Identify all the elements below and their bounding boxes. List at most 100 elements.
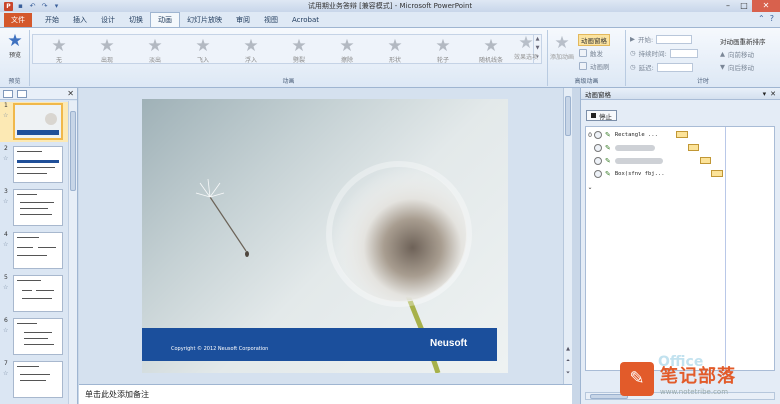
animation-pane-button[interactable]: 动画窗格	[578, 34, 610, 46]
thumbnail-image	[13, 232, 63, 269]
effect-options-button[interactable]: ★ 效果选项	[508, 34, 544, 61]
animation-gallery: ★ 无 ★ 出现 ★ 淡出 ★ 飞入 ★ 浮入 ★ 劈裂 ★ 擦除 ★ 形状 ★ 轮子 ★ 随机线条…	[32, 34, 542, 64]
add-animation-button[interactable]: ★ 添加动画	[548, 34, 576, 61]
star-icon: ★	[291, 36, 307, 56]
expand-row[interactable]: ⌄	[586, 181, 774, 193]
tab-view[interactable]: 视图	[257, 13, 285, 27]
close-button[interactable]: ✕	[752, 0, 780, 12]
thumbnail-image	[13, 361, 63, 398]
trigger-button[interactable]: 触发	[579, 48, 603, 58]
slide-thumb-1[interactable]: 1 ☆	[0, 102, 68, 142]
powerpoint-app-icon[interactable]: P	[4, 1, 13, 11]
tab-acrobat[interactable]: Acrobat	[285, 13, 326, 27]
notes-placeholder[interactable]: 单击此处添加备注	[85, 389, 149, 400]
tab-transitions[interactable]: 切换	[122, 13, 150, 27]
slide-thumb-2[interactable]: 2 ☆	[0, 145, 68, 185]
group-label-animation: 动画	[282, 78, 295, 85]
qat-dropdown-icon[interactable]: ▾	[52, 2, 61, 11]
timeline-bar[interactable]	[688, 144, 699, 151]
tab-file[interactable]: 文件	[4, 13, 32, 27]
maximize-button[interactable]: □	[736, 0, 752, 12]
anim-appear[interactable]: ★ 出现	[83, 37, 131, 64]
effect-icon: ✎	[605, 157, 611, 165]
trigger-icon	[579, 49, 587, 57]
star-icon: ☆	[3, 241, 9, 248]
timeline-bar[interactable]	[711, 170, 723, 177]
move-earlier-button[interactable]: ▲ 向前移动	[720, 49, 754, 59]
anim-none[interactable]: ★ 无	[35, 37, 83, 64]
clock-icon	[594, 144, 602, 152]
close-pane-icon[interactable]: ✕	[67, 89, 74, 98]
timeline-bar[interactable]	[700, 157, 711, 164]
outline-tab-icon[interactable]	[17, 89, 27, 98]
tab-animations[interactable]: 动画	[150, 12, 180, 27]
tab-insert[interactable]: 插入	[66, 13, 94, 27]
start-field[interactable]: ▶ 开始:	[630, 34, 693, 44]
slide-thumb-5[interactable]: 5 ☆	[0, 274, 68, 314]
delay-field[interactable]: ◷ 延迟:	[630, 62, 693, 72]
tab-slideshow[interactable]: 幻灯片放映	[180, 13, 229, 27]
redacted-name	[614, 145, 655, 151]
duration-spinner[interactable]	[669, 48, 698, 58]
stop-icon	[591, 113, 596, 118]
slide-area-scrollbar[interactable]: ▲ ⏶ ⏷	[563, 88, 572, 384]
slides-pane-scrollbar[interactable]	[68, 101, 77, 404]
star-icon: ☆	[3, 112, 9, 119]
stop-button[interactable]: 停止	[586, 110, 617, 121]
anim-wheel[interactable]: ★ 轮子	[419, 37, 467, 64]
star-icon: ☆	[3, 198, 9, 205]
preview-button[interactable]: ★ 预览	[3, 32, 27, 59]
group-timing: ▶ 开始: ◷ 持续时间: ◷ 延迟: 对动画重新排序 ▲ 向前移动 ▼ 向后移动 计时	[626, 30, 780, 86]
clock-icon	[594, 131, 602, 139]
pane-close-icon[interactable]: ✕	[770, 90, 776, 98]
group-preview: ★ 预览 预览	[0, 30, 30, 86]
delay-spinner[interactable]	[656, 62, 693, 72]
ribbon-tabs: 文件 开始 插入 设计 切换 动画 幻灯片放映 审阅 视图 Acrobat ⌃ …	[0, 12, 780, 28]
prev-slide-icon[interactable]: ⏶	[564, 358, 572, 364]
expand-chevron-icon[interactable]: ⌄	[586, 184, 594, 191]
anim-split[interactable]: ★ 劈裂	[275, 37, 323, 64]
duration-icon: ◷	[630, 49, 636, 57]
anim-float-in[interactable]: ★ 浮入	[227, 37, 275, 64]
animation-pane-title: 动画窗格	[585, 90, 611, 99]
tab-home[interactable]: 开始	[38, 13, 66, 27]
slide-thumb-6[interactable]: 6 ☆	[0, 317, 68, 357]
undo-icon[interactable]: ↶	[28, 2, 37, 11]
animation-list: 0 ✎ Rectangle ... ✎ ✎ ✎ Box(sfnv fbj...	[585, 126, 775, 372]
help-icon[interactable]: ?	[770, 14, 774, 23]
ribbon-minimize-icon[interactable]: ⌃	[758, 14, 765, 23]
save-icon[interactable]: ▪	[16, 2, 25, 11]
duration-field[interactable]: ◷ 持续时间:	[630, 48, 698, 58]
anim-wipe[interactable]: ★ 擦除	[323, 37, 371, 64]
pane-options-icon[interactable]: ▾	[763, 90, 767, 98]
slide-thumb-3[interactable]: 3 ☆	[0, 188, 68, 228]
anim-fade[interactable]: ★ 淡出	[131, 37, 179, 64]
slides-tab-icon[interactable]	[3, 89, 13, 98]
star-icon: ★	[51, 36, 67, 56]
preview-star-icon: ★	[7, 31, 23, 51]
animation-item[interactable]: ✎	[586, 155, 774, 167]
animation-item[interactable]: 0 ✎ Rectangle ...	[586, 129, 774, 141]
tab-design[interactable]: 设计	[94, 13, 122, 27]
animation-item[interactable]: ✎	[586, 142, 774, 154]
slide-copyright: Copyright © 2012 Neusoft Corporation	[171, 346, 269, 352]
start-select[interactable]	[656, 34, 693, 44]
notes-pane[interactable]: 单击此处添加备注	[79, 384, 572, 404]
minimize-button[interactable]: –	[720, 0, 736, 12]
scroll-up-icon[interactable]: ▲	[564, 346, 572, 352]
animation-item[interactable]: ✎ Box(sfnv fbj...	[586, 168, 774, 180]
slide-thumb-4[interactable]: 4 ☆	[0, 231, 68, 271]
thumbnail-image	[13, 318, 63, 355]
next-slide-icon[interactable]: ⏷	[564, 370, 572, 376]
tab-review[interactable]: 审阅	[229, 13, 257, 27]
anim-shape[interactable]: ★ 形状	[371, 37, 419, 64]
animation-painter-button[interactable]: 动画刷	[579, 61, 610, 71]
watermark-logo-icon: ✎	[620, 362, 654, 396]
slide-thumb-7[interactable]: 7 ☆	[0, 360, 68, 400]
anim-fly-in[interactable]: ★ 飞入	[179, 37, 227, 64]
current-slide[interactable]: Copyright © 2012 Neusoft Corporation Neu…	[142, 99, 508, 373]
move-later-button[interactable]: ▼ 向后移动	[720, 62, 754, 72]
effect-icon: ✎	[605, 170, 611, 178]
timeline-bar[interactable]	[676, 131, 688, 138]
redo-icon[interactable]: ↷	[40, 2, 49, 11]
